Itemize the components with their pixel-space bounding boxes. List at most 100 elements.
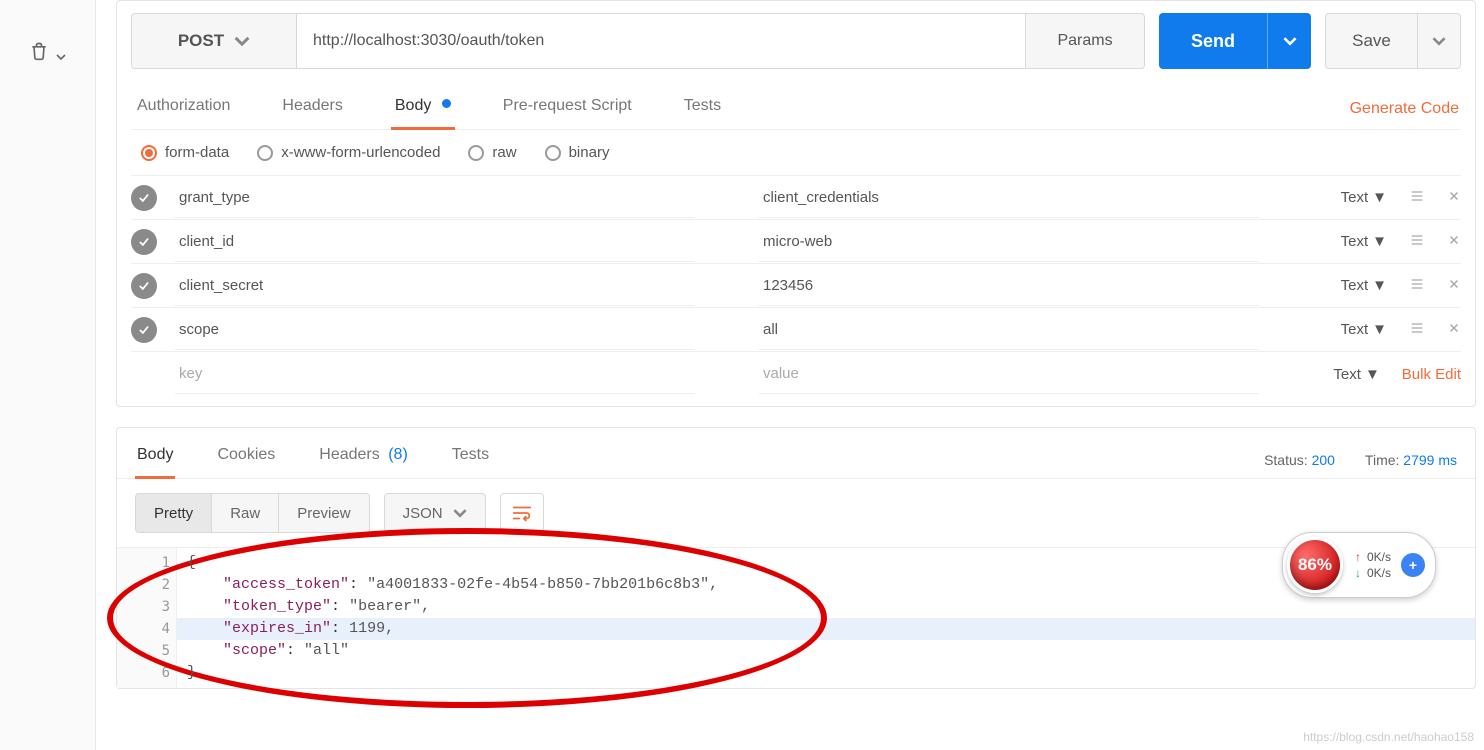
chevron-down-icon — [453, 506, 467, 520]
delete-row-icon[interactable] — [1447, 321, 1461, 338]
wrap-lines-button[interactable] — [500, 493, 544, 533]
form-row-new: Text ▼ Bulk Edit — [131, 352, 1461, 396]
response-status-block: Status: 200 Time: 2799 ms — [1264, 452, 1457, 468]
form-value-input[interactable] — [759, 222, 1259, 262]
row-enabled-toggle[interactable] — [131, 185, 157, 211]
code-gutter: 123456 — [117, 548, 177, 688]
params-button[interactable]: Params — [1025, 13, 1145, 69]
code-body[interactable]: { "access_token": "a4001833-02fe-4b54-b8… — [177, 548, 1475, 688]
response-tab-headers[interactable]: Headers (8) — [317, 442, 410, 478]
trash-dropdown-icon[interactable] — [56, 49, 66, 65]
row-enabled-toggle[interactable] — [131, 229, 157, 255]
request-tabs: Authorization Headers Body Pre-request S… — [131, 89, 1461, 129]
view-mode-group: Pretty Raw Preview — [135, 493, 370, 533]
tab-tests[interactable]: Tests — [680, 89, 725, 129]
save-dropdown-button[interactable] — [1417, 13, 1461, 69]
tab-body-label: Body — [395, 97, 431, 114]
radio-xwww[interactable]: x-www-form-urlencoded — [257, 144, 440, 161]
http-method-label: POST — [178, 31, 224, 51]
drag-handle-icon[interactable] — [1409, 232, 1425, 251]
delete-row-icon[interactable] — [1447, 189, 1461, 206]
tab-authorization[interactable]: Authorization — [133, 89, 234, 129]
radio-form-data[interactable]: form-data — [141, 144, 229, 161]
form-value-input[interactable] — [759, 266, 1259, 306]
chevron-down-icon — [234, 33, 250, 49]
radio-icon — [257, 145, 273, 161]
radio-icon — [468, 145, 484, 161]
form-type-select[interactable]: Text ▼ — [1333, 366, 1379, 383]
response-tab-cookies[interactable]: Cookies — [215, 442, 277, 478]
form-key-input[interactable] — [175, 266, 695, 306]
form-row: Text ▼ — [131, 264, 1461, 308]
delete-row-icon[interactable] — [1447, 277, 1461, 294]
caret-down-icon: ▼ — [1372, 189, 1387, 206]
arrow-up-icon: ↑ — [1355, 550, 1361, 564]
form-row: Text ▼ — [131, 176, 1461, 220]
form-type-label: Text — [1341, 189, 1369, 206]
tab-headers[interactable]: Headers — [278, 89, 346, 129]
generate-code-link[interactable]: Generate Code — [1350, 100, 1459, 118]
tab-prerequest[interactable]: Pre-request Script — [499, 89, 636, 129]
send-button[interactable]: Send — [1159, 13, 1267, 69]
drag-handle-icon[interactable] — [1409, 276, 1425, 295]
form-key-input[interactable] — [175, 178, 695, 218]
drag-handle-icon[interactable] — [1409, 320, 1425, 339]
response-tab-tests[interactable]: Tests — [450, 442, 491, 478]
format-select[interactable]: JSON — [384, 493, 486, 533]
row-enabled-toggle[interactable] — [131, 273, 157, 299]
caret-down-icon: ▼ — [1372, 233, 1387, 250]
radio-label: form-data — [165, 144, 229, 161]
bulk-edit-link[interactable]: Bulk Edit — [1402, 366, 1461, 383]
response-tab-body[interactable]: Body — [135, 442, 175, 478]
form-value-input[interactable] — [759, 178, 1259, 218]
form-row: Text ▼ — [131, 220, 1461, 264]
network-widget[interactable]: 86% ↑0K/s ↓0K/s + — [1282, 532, 1436, 598]
watermark-text: https://blog.csdn.net/haohao158 — [1303, 730, 1474, 744]
percent-badge: 86% — [1287, 537, 1343, 593]
sidebar-strip: s — [0, 0, 96, 750]
form-value-input[interactable] — [759, 310, 1259, 350]
delete-row-icon[interactable] — [1447, 233, 1461, 250]
tab-modified-indicator — [442, 99, 451, 108]
chevron-down-icon — [1283, 34, 1297, 48]
status-value: 200 — [1312, 452, 1335, 468]
response-code-area: 123456 { "access_token": "a4001833-02fe-… — [117, 547, 1475, 688]
radio-binary[interactable]: binary — [545, 144, 610, 161]
download-speed: 0K/s — [1367, 566, 1391, 580]
wrap-icon — [511, 502, 533, 524]
form-type-select[interactable]: Text ▼ — [1341, 277, 1387, 294]
form-key-input[interactable] — [175, 222, 695, 262]
radio-label: x-www-form-urlencoded — [281, 144, 440, 161]
time-value: 2799 ms — [1403, 452, 1457, 468]
form-type-label: Text — [1341, 233, 1369, 250]
view-pretty-button[interactable]: Pretty — [135, 493, 211, 533]
plus-button[interactable]: + — [1401, 553, 1425, 577]
form-type-select[interactable]: Text ▼ — [1341, 233, 1387, 250]
drag-handle-icon[interactable] — [1409, 188, 1425, 207]
form-type-select[interactable]: Text ▼ — [1341, 189, 1387, 206]
view-preview-button[interactable]: Preview — [278, 493, 369, 533]
http-method-select[interactable]: POST — [131, 13, 296, 69]
form-type-select[interactable]: Text ▼ — [1341, 321, 1387, 338]
trash-icon[interactable] — [29, 49, 53, 65]
form-key-input[interactable] — [175, 354, 695, 394]
form-value-input[interactable] — [759, 354, 1259, 394]
view-raw-button[interactable]: Raw — [211, 493, 278, 533]
radio-icon — [545, 145, 561, 161]
url-input[interactable] — [296, 13, 1025, 69]
form-key-input[interactable] — [175, 310, 695, 350]
form-type-label: Text — [1333, 366, 1361, 383]
status-label: Status: — [1264, 452, 1308, 468]
send-dropdown-button[interactable] — [1267, 13, 1311, 69]
row-enabled-toggle[interactable] — [131, 317, 157, 343]
radio-label: raw — [492, 144, 516, 161]
request-panel: POST Params Send Save Authorization Hea — [116, 0, 1476, 407]
response-tab-headers-label: Headers — [319, 446, 379, 463]
radio-raw[interactable]: raw — [468, 144, 516, 161]
chevron-down-icon — [1432, 34, 1446, 48]
save-button[interactable]: Save — [1325, 13, 1417, 69]
caret-down-icon: ▼ — [1372, 321, 1387, 338]
tab-body[interactable]: Body — [391, 89, 455, 129]
caret-down-icon: ▼ — [1365, 366, 1380, 383]
arrow-down-icon: ↓ — [1355, 566, 1361, 580]
